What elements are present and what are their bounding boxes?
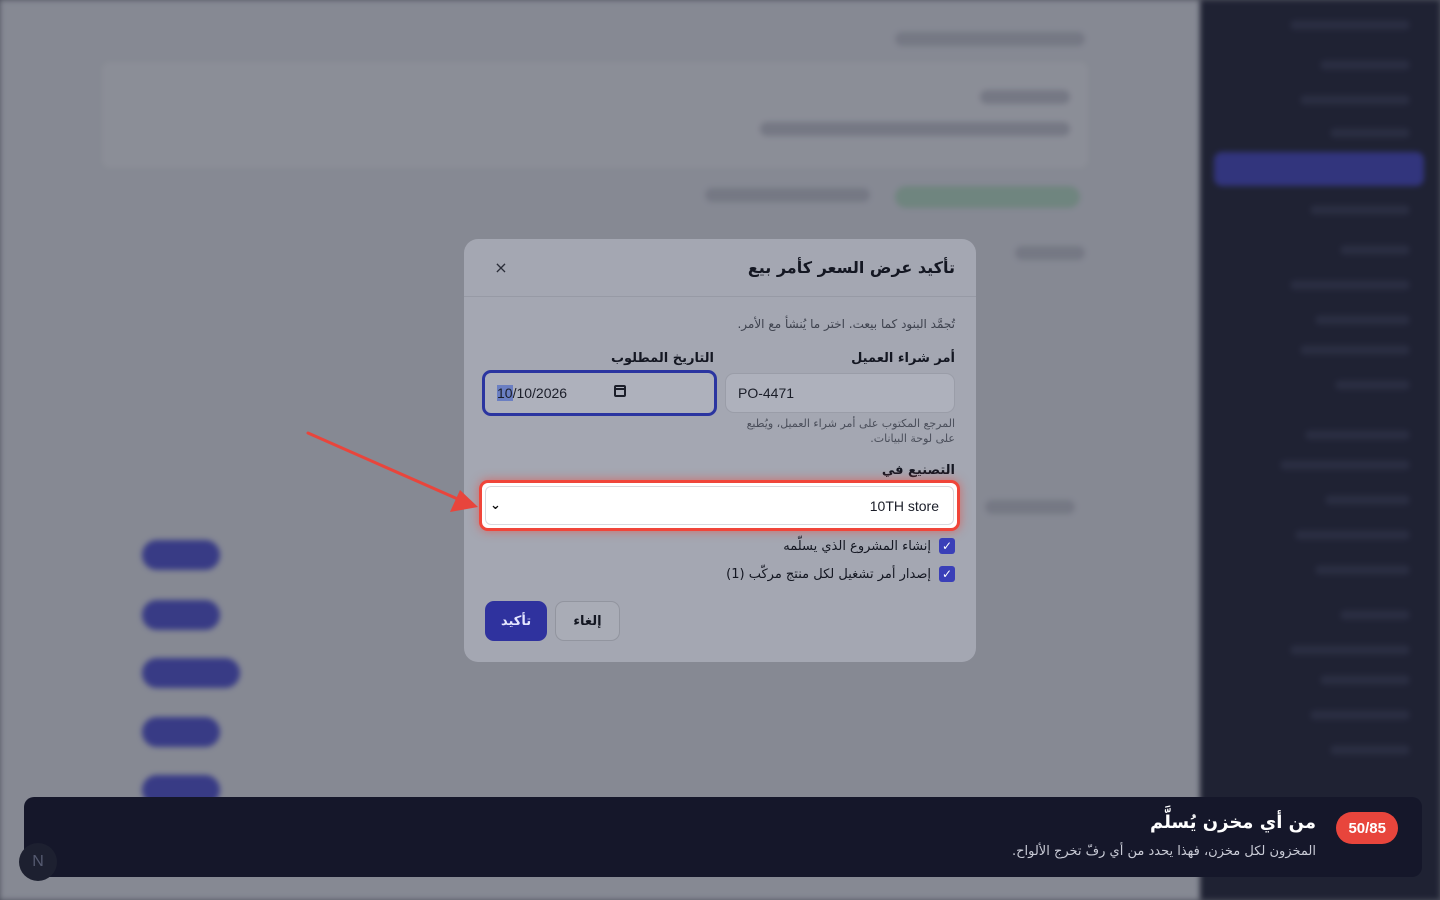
avatar[interactable]: N: [19, 843, 57, 881]
tour-banner: 50/85 من أي مخزن يُسلَّم المخزون لكل مخز…: [24, 797, 1422, 877]
confirm-quote-dialog: تأكيد عرض السعر كأمر بيع × تُجمَّد البنو…: [464, 239, 976, 662]
manufacture-select-highlight: 10TH store ⌄: [479, 480, 960, 531]
create-project-label: إنشاء المشروع الذي يسلّمه: [783, 538, 931, 554]
date-value: 10/10/2026: [497, 385, 567, 401]
create-project-checkbox[interactable]: ✓: [939, 538, 955, 554]
po-value: PO-4471: [738, 385, 795, 401]
annotation-arrow: [306, 431, 478, 512]
required-date-input[interactable]: 10/10/2026: [482, 370, 717, 416]
create-project-checkbox-row[interactable]: ✓ إنشاء المشروع الذي يسلّمه: [783, 538, 955, 554]
dialog-description: تُجمَّد البنود كما بيعت. اختر ما يُنشأ م…: [737, 317, 955, 331]
dialog-header: تأكيد عرض السعر كأمر بيع ×: [464, 239, 976, 297]
manufacture-select[interactable]: 10TH store ⌄: [485, 486, 954, 525]
work-order-label: إصدار أمر تشغيل لكل منتج مركّب (1): [726, 566, 931, 582]
close-icon[interactable]: ×: [492, 258, 510, 277]
po-input[interactable]: PO-4471: [725, 373, 955, 413]
po-label: أمر شراء العميل: [851, 351, 955, 366]
po-helper-text: المرجع المكتوب على أمر شراء العميل، ويُط…: [746, 417, 955, 445]
chevron-down-icon: ⌄: [490, 498, 501, 513]
dialog-title: تأكيد عرض السعر كأمر بيع: [747, 258, 955, 277]
manufacture-label: التصنيع في: [881, 463, 955, 478]
manufacture-selected-value: 10TH store: [869, 497, 939, 514]
cancel-button[interactable]: إلغاء: [555, 601, 620, 641]
date-label: التاريخ المطلوب: [610, 351, 714, 366]
tour-text: المخزون لكل مخزن، فهذا يحدد من أي رفّ تخ…: [1011, 844, 1316, 859]
confirm-button[interactable]: تأكيد: [485, 601, 547, 641]
date-month-segment[interactable]: 10: [497, 385, 513, 401]
tour-title: من أي مخزن يُسلَّم: [1149, 812, 1316, 833]
tour-step-badge: 50/85: [1336, 812, 1398, 844]
calendar-icon[interactable]: [614, 385, 626, 397]
work-order-checkbox-row[interactable]: ✓ إصدار أمر تشغيل لكل منتج مركّب (1): [726, 566, 955, 582]
date-rest-segment[interactable]: /10/2026: [513, 385, 568, 401]
work-order-checkbox[interactable]: ✓: [939, 566, 955, 582]
